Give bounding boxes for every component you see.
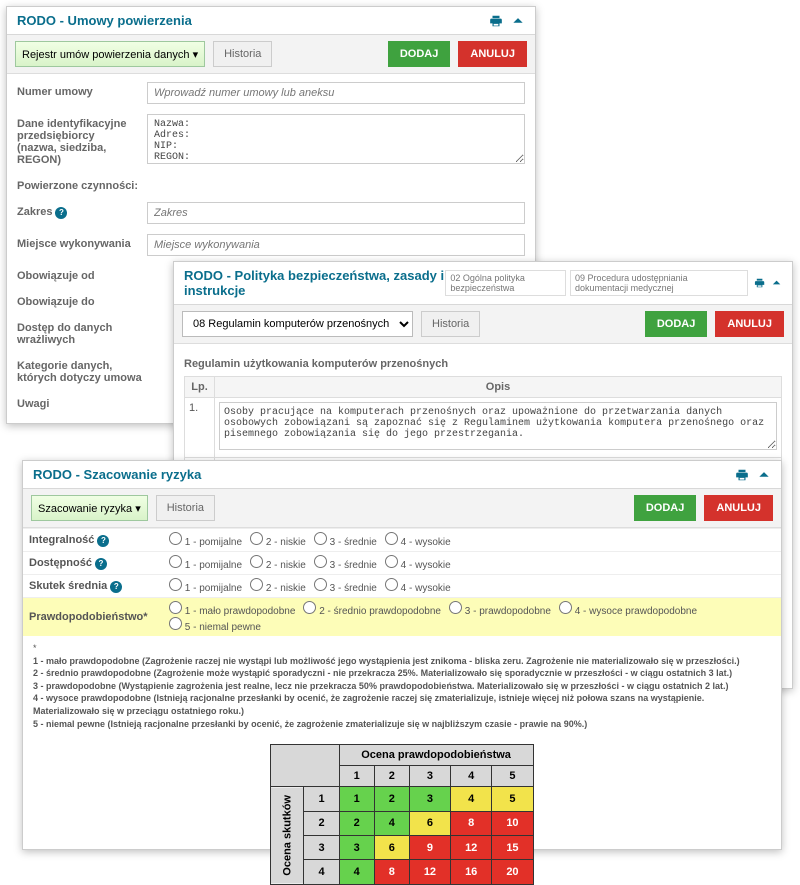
radio-int-2[interactable] bbox=[250, 532, 263, 545]
radio-dost-2[interactable] bbox=[250, 555, 263, 568]
panel-ryzyko: RODO - Szacowanie ryzyka Szacowanie ryzy… bbox=[22, 460, 782, 850]
matrix-htitle: Ocena prawdopodobieństwa bbox=[339, 745, 533, 766]
radio-skut-3[interactable] bbox=[314, 578, 327, 591]
label-praw: Prawdopodobieństwo* bbox=[29, 611, 169, 623]
radio-p-1[interactable] bbox=[169, 601, 182, 614]
help-icon[interactable]: ? bbox=[110, 581, 122, 593]
th-lp: Lp. bbox=[185, 377, 215, 398]
table-row: 1.Osoby pracujące na komputerach przenoś… bbox=[185, 398, 782, 458]
toolbar: 08 Regulamin komputerów przenośnych Hist… bbox=[174, 305, 792, 344]
collapse-icon[interactable] bbox=[771, 276, 782, 290]
radio-int-1[interactable] bbox=[169, 532, 182, 545]
toolbar: Rejestr umów powierzenia danych ▾ Histor… bbox=[7, 35, 535, 74]
radio-p-3[interactable] bbox=[449, 601, 462, 614]
risk-matrix: Ocena prawdopodobieństwa 12345 Ocena sku… bbox=[270, 744, 533, 885]
label-int: Integralność? bbox=[29, 534, 169, 547]
cancel-button[interactable]: ANULUJ bbox=[715, 311, 784, 337]
radio-skut-4[interactable] bbox=[385, 578, 398, 591]
label-numer: Numer umowy bbox=[17, 82, 147, 98]
collapse-icon[interactable] bbox=[757, 468, 771, 482]
radio-dost-4[interactable] bbox=[385, 555, 398, 568]
label-kategorie: Kategorie danych, których dotyczy umowa bbox=[17, 356, 147, 384]
policy-select[interactable]: 08 Regulamin komputerów przenośnych bbox=[182, 311, 413, 337]
header: RODO - Polityka bezpieczeństwa, zasady i… bbox=[174, 262, 792, 305]
label-powierz: Powierzone czynności: bbox=[17, 176, 147, 192]
subtitle: Regulamin użytkowania komputerów przenoś… bbox=[184, 358, 782, 370]
radio-p-4[interactable] bbox=[559, 601, 572, 614]
radio-p-2[interactable] bbox=[303, 601, 316, 614]
cancel-button[interactable]: ANULUJ bbox=[704, 495, 773, 521]
header: RODO - Szacowanie ryzyka bbox=[23, 461, 781, 489]
title: RODO - Umowy powierzenia bbox=[17, 13, 192, 28]
risk-select[interactable]: Szacowanie ryzyka ▾ bbox=[31, 495, 148, 521]
label-ident: Dane identyfikacyjne przedsiębiorcy (naz… bbox=[17, 114, 147, 166]
label-do: Obowiązuje do bbox=[17, 292, 147, 308]
label-zakres: Zakres? bbox=[17, 202, 147, 219]
radio-int-4[interactable] bbox=[385, 532, 398, 545]
zakres-input[interactable] bbox=[147, 202, 525, 224]
ident-textarea[interactable]: Nazwa: Adres: NIP: REGON: bbox=[147, 114, 525, 164]
radio-skut-1[interactable] bbox=[169, 578, 182, 591]
help-icon[interactable]: ? bbox=[95, 558, 107, 570]
label-od: Obowiązuje od bbox=[17, 266, 147, 282]
numer-input[interactable] bbox=[147, 82, 525, 104]
radio-skut-2[interactable] bbox=[250, 578, 263, 591]
collapse-icon[interactable] bbox=[511, 14, 525, 28]
label-skut: Skutek średnia? bbox=[29, 580, 169, 593]
print-icon[interactable] bbox=[735, 468, 749, 482]
risk-criteria: Integralność? 1 - pomijalne 2 - niskie 3… bbox=[23, 528, 781, 636]
help-icon[interactable]: ? bbox=[97, 535, 109, 547]
label-dost: Dostępność? bbox=[29, 557, 169, 570]
label-miejsce: Miejsce wykonywania bbox=[17, 234, 147, 250]
print-icon[interactable] bbox=[754, 276, 765, 290]
radio-dost-1[interactable] bbox=[169, 555, 182, 568]
registry-select[interactable]: Rejestr umów powierzenia danych ▾ bbox=[15, 41, 205, 67]
add-button[interactable]: DODAJ bbox=[645, 311, 708, 337]
cancel-button[interactable]: ANULUJ bbox=[458, 41, 527, 67]
help-icon[interactable]: ? bbox=[55, 207, 67, 219]
title: RODO - Polityka bezpieczeństwa, zasady i… bbox=[184, 268, 445, 298]
title: RODO - Szacowanie ryzyka bbox=[33, 467, 201, 482]
header-icons bbox=[489, 14, 525, 28]
history-button[interactable]: Historia bbox=[213, 41, 272, 67]
th-opis: Opis bbox=[215, 377, 782, 398]
crumb-2[interactable]: 09 Procedura udostępniania dokumentacji … bbox=[570, 270, 748, 296]
add-button[interactable]: DODAJ bbox=[388, 41, 451, 67]
history-button[interactable]: Historia bbox=[421, 311, 480, 337]
toolbar: Szacowanie ryzyka ▾ Historia DODAJ ANULU… bbox=[23, 489, 781, 528]
label-uwagi: Uwagi bbox=[17, 394, 147, 410]
label-dostep: Dostęp do danych wrażliwych bbox=[17, 318, 147, 346]
radio-p-5[interactable] bbox=[169, 617, 182, 630]
breadcrumbs: 02 Ogólna polityka bezpieczeństwa 09 Pro… bbox=[445, 270, 747, 296]
header: RODO - Umowy powierzenia bbox=[7, 7, 535, 35]
desc-1[interactable]: Osoby pracujące na komputerach przenośny… bbox=[219, 402, 777, 450]
crumb-1[interactable]: 02 Ogólna polityka bezpieczeństwa bbox=[445, 270, 566, 296]
miejsce-input[interactable] bbox=[147, 234, 525, 256]
history-button[interactable]: Historia bbox=[156, 495, 215, 521]
print-icon[interactable] bbox=[489, 14, 503, 28]
notes: * 1 - mało prawdopodobne (Zagrożenie rac… bbox=[23, 636, 781, 736]
radio-dost-3[interactable] bbox=[314, 555, 327, 568]
add-button[interactable]: DODAJ bbox=[634, 495, 697, 521]
radio-int-3[interactable] bbox=[314, 532, 327, 545]
